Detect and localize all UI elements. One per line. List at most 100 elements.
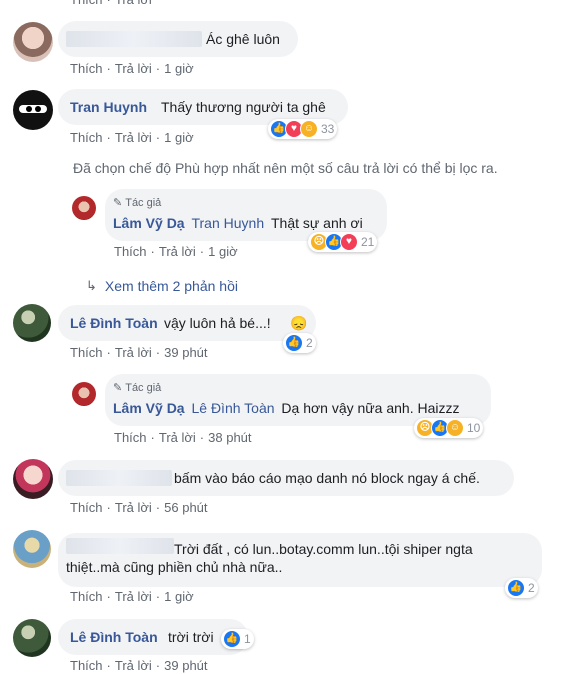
timestamp[interactable]: 1 giờ — [164, 130, 194, 145]
reply-link[interactable]: Trả lời — [115, 658, 152, 673]
reply-link[interactable]: Trả lời — [115, 130, 152, 145]
like-link[interactable]: Thích — [70, 0, 103, 7]
blurred-name — [66, 470, 172, 486]
like-link[interactable]: Thích — [70, 500, 103, 515]
reply-actions: Thích · Trả lời · 38 phút — [114, 430, 252, 445]
reply-content: Lâm Vỹ Dạ Lê Đình Toàn Dạ hơn vậy nữa an… — [113, 399, 460, 417]
separator: · — [155, 61, 161, 76]
separator: · — [107, 0, 111, 7]
timestamp[interactable]: 1 giờ — [164, 61, 194, 76]
filter-notice: Đã chọn chế độ Phù hợp nhất nên một số c… — [73, 160, 498, 176]
mention[interactable]: Lê Đình Toàn — [191, 400, 274, 416]
reaction-count: 33 — [321, 122, 335, 136]
love-icon: ♥ — [340, 233, 358, 251]
comment-actions: Thích · Trả lời · 1 giờ — [70, 589, 194, 604]
reaction-count: 2 — [528, 581, 535, 595]
blurred-name — [66, 31, 202, 47]
care-icon: ☺ — [300, 120, 318, 138]
like-link[interactable]: Thích — [70, 61, 103, 76]
reaction-summary[interactable]: 👍 2 — [283, 333, 316, 353]
timestamp[interactable]: 1 giờ — [208, 244, 238, 259]
reply-link[interactable]: Trả lời — [115, 500, 152, 515]
comment-author[interactable]: Tran Huynh — [70, 98, 147, 116]
comment-actions: Thích · Trả lời · 39 phút — [70, 658, 208, 673]
separator: · — [106, 130, 111, 145]
mention[interactable]: Tran Huynh — [191, 215, 264, 231]
badge-label: Tác giả — [125, 382, 162, 394]
comment-actions: Thích · Trả lời · 1 giờ — [70, 130, 194, 145]
like-icon: 👍 — [285, 334, 303, 352]
reply-author[interactable]: Lâm Vỹ Dạ — [113, 400, 185, 416]
ninja-eyes — [19, 105, 47, 113]
reaction-summary[interactable]: ☹ 👍 ☺ 10 — [414, 418, 484, 438]
timestamp[interactable]: 39 phút — [164, 345, 207, 360]
reply-text: Thật sự anh ơi — [271, 215, 363, 231]
comment-text: Trời đất , có lun..botay.comm lun..tội s… — [66, 541, 473, 575]
reaction-summary[interactable]: 👍 1 — [221, 629, 254, 649]
reply-link[interactable]: Trả lời — [115, 345, 152, 360]
comment-bubble: Trời đất , có lun..botay.comm lun..tội s… — [58, 533, 542, 587]
avatar[interactable] — [13, 530, 51, 568]
comment-actions: Thích · Trả lời · 56 phút — [70, 500, 208, 515]
reaction-summary[interactable]: 👍 2 — [505, 578, 538, 598]
like-link[interactable]: Thích — [114, 430, 147, 445]
like-link[interactable]: Thích — [70, 658, 103, 673]
reaction-count: 21 — [361, 235, 375, 249]
timestamp[interactable]: 39 phút — [164, 658, 207, 673]
sad-emoji-icon: 😞 — [290, 315, 308, 331]
separator: · — [106, 500, 111, 515]
timestamp[interactable]: 56 phút — [164, 500, 207, 515]
reaction-summary[interactable]: ☹ 👍 ♥ 21 — [308, 232, 378, 252]
separator: · — [199, 244, 205, 259]
reply-link[interactable]: Trả lời — [115, 61, 152, 76]
avatar[interactable] — [13, 22, 53, 62]
avatar[interactable] — [72, 196, 96, 220]
separator: · — [150, 430, 155, 445]
comment-text: vậy luôn hả bé...! — [164, 315, 271, 331]
separator: · — [106, 345, 111, 360]
reaction-count: 2 — [306, 336, 313, 350]
like-link[interactable]: Thích — [114, 244, 147, 259]
reply-link[interactable]: Trả lời — [115, 589, 152, 604]
like-link[interactable]: Thích — [70, 345, 103, 360]
reply-content: Lâm Vỹ Dạ Tran Huynh Thật sự anh ơi — [113, 214, 363, 232]
comment-text: Ác ghê luôn — [206, 31, 280, 47]
like-icon: 👍 — [223, 630, 241, 648]
avatar[interactable] — [13, 90, 53, 130]
separator: · — [106, 589, 111, 604]
like-link[interactable]: Thích — [70, 130, 103, 145]
avatar[interactable] — [13, 304, 51, 342]
reaction-count: 10 — [467, 421, 481, 435]
comment-author[interactable]: Lê Đình Toàn — [70, 314, 158, 332]
comment-bubble: Lê Đình Toàn trời trời — [58, 619, 248, 655]
comment-actions-top: Thích · Trả lời — [70, 0, 152, 7]
comment-author[interactable]: Lê Đình Toàn — [70, 628, 158, 646]
author-badge: ✎ Tác giả — [113, 194, 161, 212]
timestamp[interactable]: 38 phút — [208, 430, 251, 445]
reaction-summary[interactable]: 👍 ♥ ☺ 33 — [268, 119, 338, 139]
separator: · — [155, 658, 161, 673]
separator: · — [155, 500, 161, 515]
reply-author[interactable]: Lâm Vỹ Dạ — [113, 215, 185, 231]
reply-arrow-icon: ↳ — [86, 278, 97, 293]
reply-text: Dạ hơn vậy nữa anh. Haizzz — [281, 400, 460, 416]
avatar[interactable] — [13, 459, 53, 499]
avatar[interactable] — [72, 382, 96, 406]
separator: · — [106, 61, 111, 76]
view-more-replies[interactable]: ↳ Xem thêm 2 phản hồi — [86, 278, 238, 294]
reply-link[interactable]: Trả lời — [115, 0, 152, 7]
timestamp[interactable]: 1 giờ — [164, 589, 194, 604]
view-more-label: Xem thêm 2 phản hồi — [104, 278, 238, 294]
reply-link[interactable]: Trả lời — [159, 244, 196, 259]
comment-text: trời trời — [168, 629, 214, 645]
separator: · — [155, 589, 161, 604]
reply-link[interactable]: Trả lời — [159, 430, 196, 445]
separator: · — [150, 244, 155, 259]
reply-actions: Thích · Trả lời · 1 giờ — [114, 244, 238, 259]
separator: · — [155, 345, 161, 360]
reaction-count: 1 — [244, 632, 251, 646]
separator: · — [155, 130, 161, 145]
avatar[interactable] — [13, 619, 51, 657]
badge-label: Tác giả — [125, 197, 162, 209]
like-link[interactable]: Thích — [70, 589, 103, 604]
